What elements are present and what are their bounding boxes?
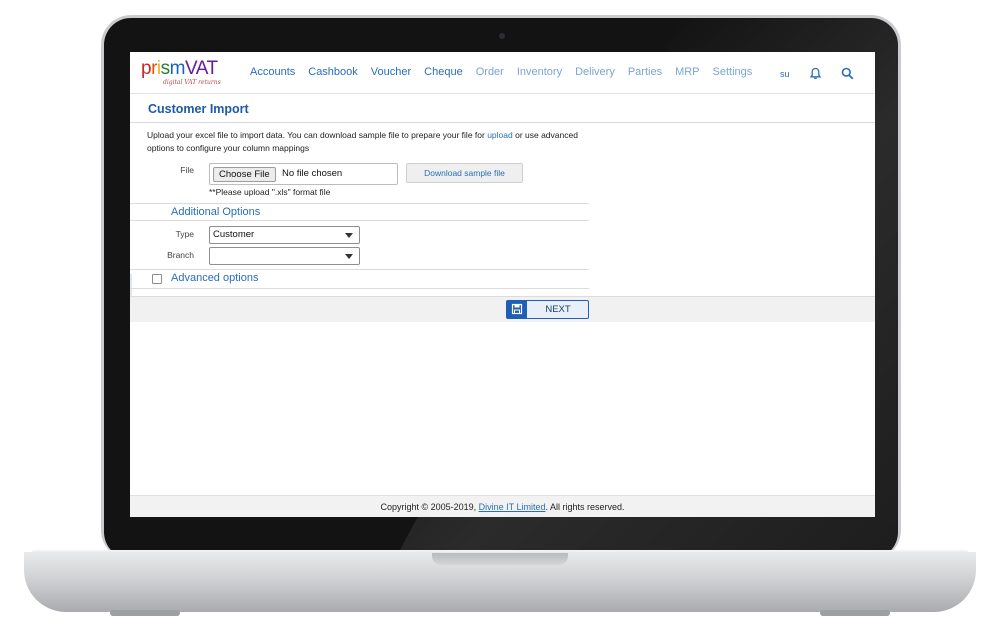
top-navigation: prismVAT digital VAT returns Accounts Ca… <box>130 52 875 94</box>
chevron-down-icon <box>345 233 353 238</box>
type-select-value: Customer <box>213 229 255 240</box>
logo-letter: A <box>195 58 207 79</box>
nav-mrp[interactable]: MRP <box>675 66 699 78</box>
laptop-foot-right <box>820 610 890 616</box>
advanced-options-label[interactable]: Advanced options <box>171 272 258 284</box>
import-description: Upload your excel file to import data. Y… <box>147 129 587 155</box>
laptop-notch <box>432 553 568 565</box>
nav-settings[interactable]: Settings <box>713 66 753 78</box>
additional-options-heading: Additional Options <box>171 206 261 218</box>
company-link[interactable]: Divine IT Limited <box>479 502 546 512</box>
choose-file-button[interactable]: Choose File <box>213 167 276 182</box>
save-icon <box>507 301 527 318</box>
file-status: No file chosen <box>282 168 343 179</box>
logo-letter: m <box>169 58 186 79</box>
logo-letter: V <box>184 58 196 79</box>
type-select[interactable]: Customer <box>209 226 360 244</box>
logo-letter: T <box>206 58 219 79</box>
file-format-hint: **Please upload ".xls" format file <box>209 187 331 197</box>
logo-letter: s <box>160 58 171 79</box>
file-input[interactable]: Choose File No file chosen <box>209 163 398 185</box>
nav-voucher[interactable]: Voucher <box>371 66 411 78</box>
nav-delivery[interactable]: Delivery <box>575 66 615 78</box>
user-menu[interactable]: su <box>780 69 790 79</box>
search-icon[interactable] <box>841 67 854 80</box>
next-button[interactable]: NEXT <box>506 300 589 319</box>
nav-parties[interactable]: Parties <box>628 66 662 78</box>
title-divider <box>130 122 875 123</box>
description-text: Upload your excel file to import data. Y… <box>147 130 488 140</box>
bell-icon[interactable] <box>809 67 822 80</box>
chevron-down-icon <box>345 254 353 259</box>
advanced-options-checkbox[interactable] <box>152 274 162 284</box>
nav-inventory[interactable]: Inventory <box>517 66 562 78</box>
action-bar <box>130 296 875 322</box>
nav-cashbook[interactable]: Cashbook <box>308 66 358 78</box>
next-label: NEXT <box>545 304 571 315</box>
logo-tagline: digital VAT returns <box>163 79 221 86</box>
logo-wordmark: prismVAT <box>141 58 218 80</box>
logo-letter: p <box>141 58 152 79</box>
laptop-foot-left <box>110 610 180 616</box>
page-footer: Copyright © 2005-2019, Divine IT Limited… <box>130 495 875 517</box>
nav-order[interactable]: Order <box>476 66 504 78</box>
nav-cheque[interactable]: Cheque <box>424 66 463 78</box>
branch-label: Branch <box>167 250 194 260</box>
app-screen: prismVAT digital VAT returns Accounts Ca… <box>130 52 875 517</box>
file-label: File <box>180 165 194 175</box>
divider <box>130 288 589 289</box>
nav-accounts[interactable]: Accounts <box>250 66 295 78</box>
description-upload-word: upload <box>487 130 513 140</box>
copyright-suffix: . All rights reserved. <box>545 502 625 512</box>
type-label: Type <box>175 229 194 239</box>
divider <box>130 203 589 204</box>
webcam <box>499 33 505 39</box>
main-menu: Accounts Cashbook Voucher Cheque Order I… <box>250 66 765 78</box>
divider <box>130 269 589 270</box>
divider <box>130 220 589 221</box>
copyright-text: Copyright © 2005-2019, <box>380 502 479 512</box>
download-sample-button[interactable]: Download sample file <box>406 163 523 183</box>
page-title: Customer Import <box>148 102 249 116</box>
prismvat-logo[interactable]: prismVAT digital VAT returns <box>141 58 221 87</box>
branch-select[interactable] <box>209 247 360 265</box>
